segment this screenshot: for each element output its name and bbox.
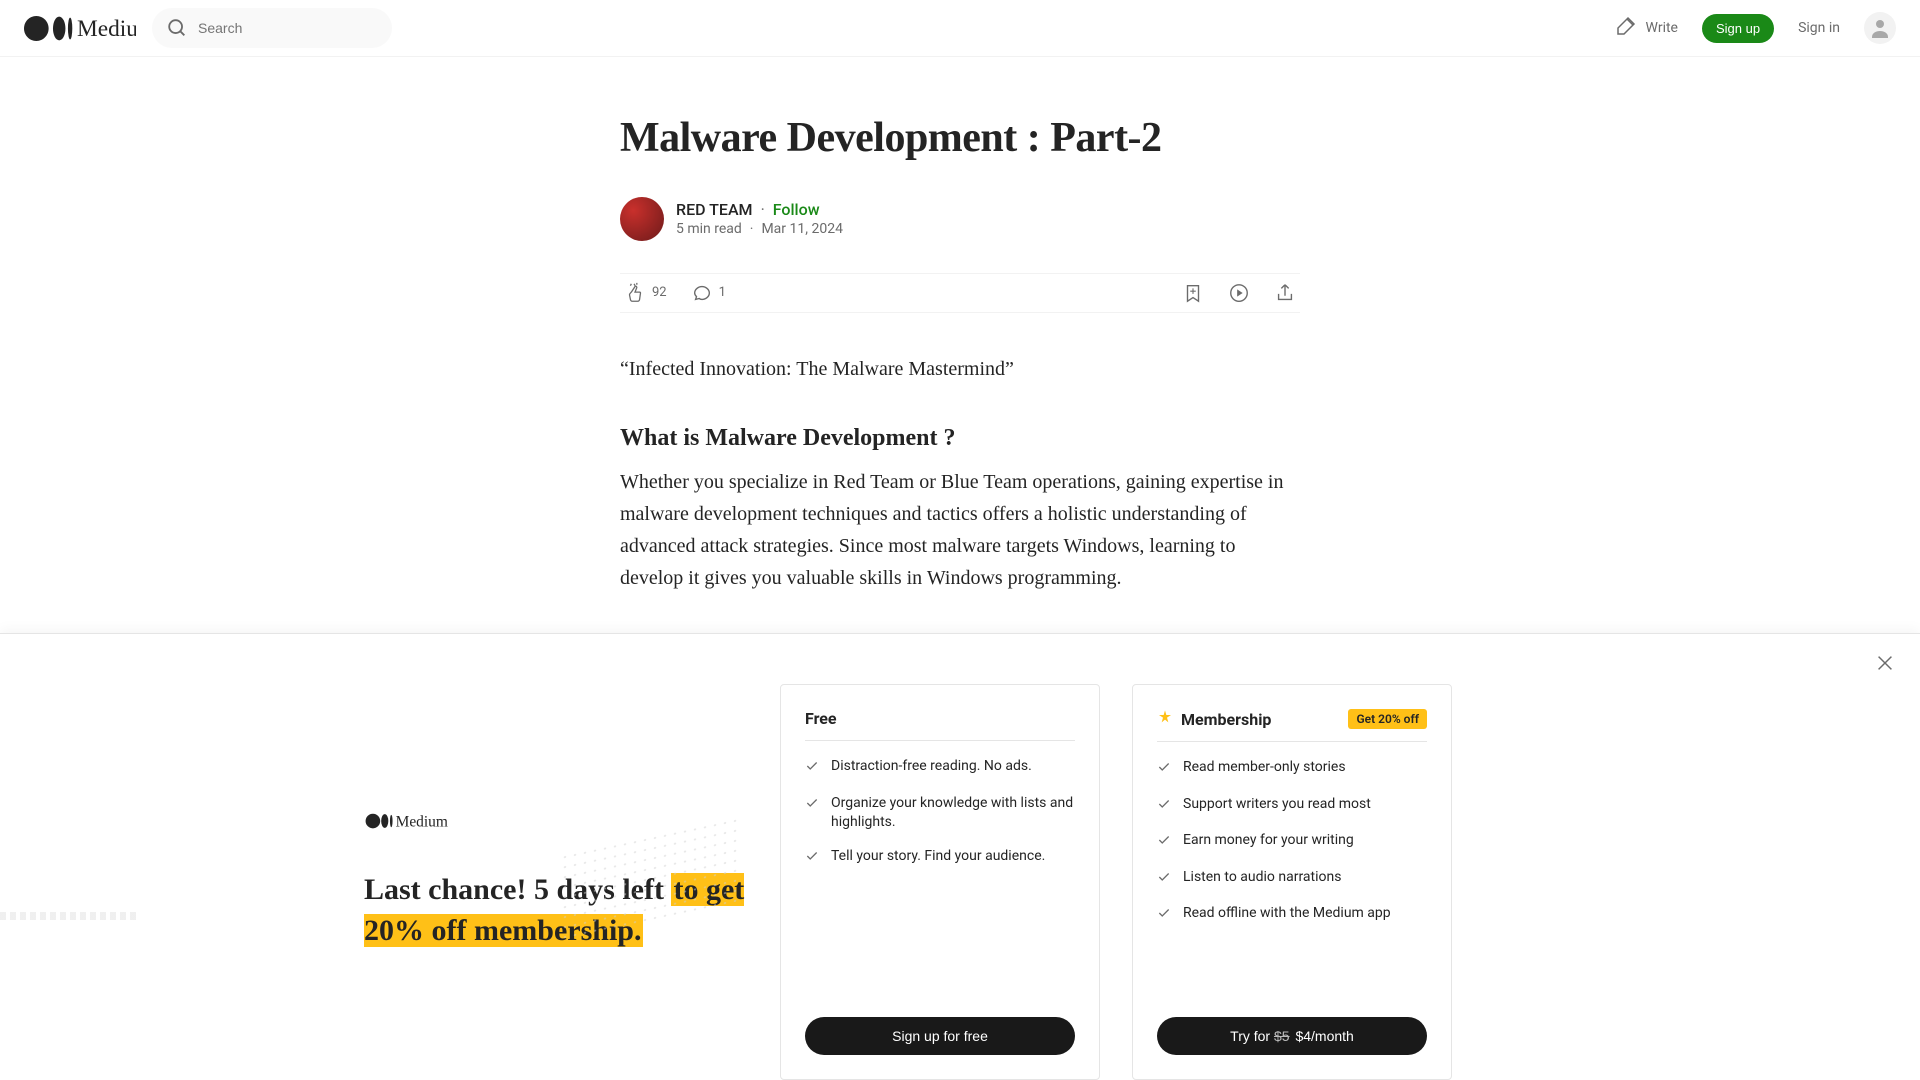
listen-button[interactable] <box>1228 282 1250 304</box>
follow-link[interactable]: Follow <box>773 200 820 219</box>
write-link[interactable]: Write <box>1614 14 1678 42</box>
check-icon <box>805 759 819 780</box>
feature-text: Listen to audio narrations <box>1183 868 1341 888</box>
clap-count: 92 <box>652 285 667 300</box>
feature-text: Read offline with the Medium app <box>1183 904 1391 924</box>
share-icon <box>1274 282 1296 304</box>
separator-dot: · <box>750 221 754 237</box>
author-avatar[interactable] <box>620 197 664 241</box>
section-heading: What is Malware Development ? <box>620 425 1300 452</box>
lead-quote: “Infected Innovation: The Malware Master… <box>620 353 1300 385</box>
plan-card-membership: Membership Get 20% off Read member-only … <box>1132 684 1452 1080</box>
response-count: 1 <box>719 285 726 300</box>
search-box[interactable] <box>152 8 392 48</box>
check-icon <box>805 796 819 817</box>
membership-feature-list: Read member-only stories Support writers… <box>1157 758 1427 993</box>
cta-strike-price: $5 <box>1274 1028 1290 1044</box>
check-icon <box>1157 760 1171 781</box>
list-item: Read member-only stories <box>1157 758 1427 781</box>
free-feature-list: Distraction-free reading. No ads. Organi… <box>805 757 1075 993</box>
author-name[interactable]: RED TEAM <box>676 200 753 219</box>
nav-right: Write Sign up Sign in <box>1614 12 1896 44</box>
article: Malware Development : Part-2 RED TEAM · … <box>620 57 1300 594</box>
signin-link[interactable]: Sign in <box>1798 20 1840 36</box>
share-button[interactable] <box>1274 282 1296 304</box>
write-icon <box>1614 14 1638 42</box>
write-label: Write <box>1646 20 1678 36</box>
list-item: Support writers you read most <box>1157 795 1427 818</box>
read-time: 5 min read <box>676 221 742 237</box>
nav-left: Medium <box>24 8 392 48</box>
star-icon <box>1157 709 1173 729</box>
feature-text: Distraction-free reading. No ads. <box>831 757 1032 777</box>
list-item: Tell your story. Find your audience. <box>805 847 1075 870</box>
membership-banner: Medium Last chance! 5 days left to get 2… <box>0 633 1920 1080</box>
decorative-lines <box>0 912 140 920</box>
comment-icon <box>691 282 713 304</box>
clap-button[interactable]: 92 <box>624 282 667 304</box>
publish-date: Mar 11, 2024 <box>761 221 843 237</box>
cta-rest: $4/month <box>1292 1028 1354 1044</box>
clap-icon <box>624 282 646 304</box>
cta-prefix: Try for <box>1230 1028 1274 1044</box>
check-icon <box>1157 797 1171 818</box>
banner-left: Medium Last chance! 5 days left to get 2… <box>0 634 780 1080</box>
plan-title-free: Free <box>805 709 837 728</box>
search-icon <box>166 17 188 39</box>
feature-text: Tell your story. Find your audience. <box>831 847 1045 867</box>
medium-wordmark: Medium <box>364 808 484 838</box>
byline: RED TEAM · Follow 5 min read · Mar 11, 2… <box>620 197 1300 241</box>
list-item: Organize your knowledge with lists and h… <box>805 794 1075 833</box>
person-icon <box>1868 16 1892 40</box>
feature-text: Organize your knowledge with lists and h… <box>831 794 1075 833</box>
body-paragraph: Whether you specialize in Red Team or Bl… <box>620 466 1300 594</box>
signup-button[interactable]: Sign up <box>1702 14 1774 43</box>
feature-text: Support writers you read most <box>1183 795 1371 815</box>
check-icon <box>1157 870 1171 891</box>
feature-text: Read member-only stories <box>1183 758 1346 778</box>
close-icon <box>1874 652 1896 674</box>
article-title: Malware Development : Part-2 <box>620 113 1300 165</box>
plan-cards: Free Distraction-free reading. No ads. O… <box>780 634 1452 1080</box>
bookmark-icon <box>1182 282 1204 304</box>
discount-badge: Get 20% off <box>1348 709 1427 729</box>
svg-text:Medium: Medium <box>396 814 448 831</box>
list-item: Listen to audio narrations <box>1157 868 1427 891</box>
check-icon <box>805 849 819 870</box>
medium-logo[interactable]: Medium <box>24 16 136 41</box>
list-item: Read offline with the Medium app <box>1157 904 1427 927</box>
search-input[interactable] <box>198 20 380 36</box>
list-item: Earn money for your writing <box>1157 831 1427 854</box>
top-nav: Medium Write Sign up Sign in <box>0 0 1920 57</box>
bookmark-button[interactable] <box>1182 282 1204 304</box>
byline-text: RED TEAM · Follow 5 min read · Mar 11, 2… <box>676 200 843 237</box>
membership-cta-button[interactable]: Try for $5 $4/month <box>1157 1017 1427 1055</box>
engagement-bar: 92 1 <box>620 273 1300 313</box>
plan-title-membership: Membership <box>1181 710 1271 729</box>
plan-card-free: Free Distraction-free reading. No ads. O… <box>780 684 1100 1080</box>
list-item: Distraction-free reading. No ads. <box>805 757 1075 780</box>
play-circle-icon <box>1228 282 1250 304</box>
profile-avatar[interactable] <box>1864 12 1896 44</box>
free-cta-button[interactable]: Sign up for free <box>805 1017 1075 1055</box>
banner-close-button[interactable] <box>1874 652 1896 678</box>
respond-button[interactable]: 1 <box>691 282 726 304</box>
feature-text: Earn money for your writing <box>1183 831 1354 851</box>
check-icon <box>1157 906 1171 927</box>
separator-dot: · <box>761 200 765 219</box>
svg-text:Medium: Medium <box>77 16 136 41</box>
check-icon <box>1157 833 1171 854</box>
